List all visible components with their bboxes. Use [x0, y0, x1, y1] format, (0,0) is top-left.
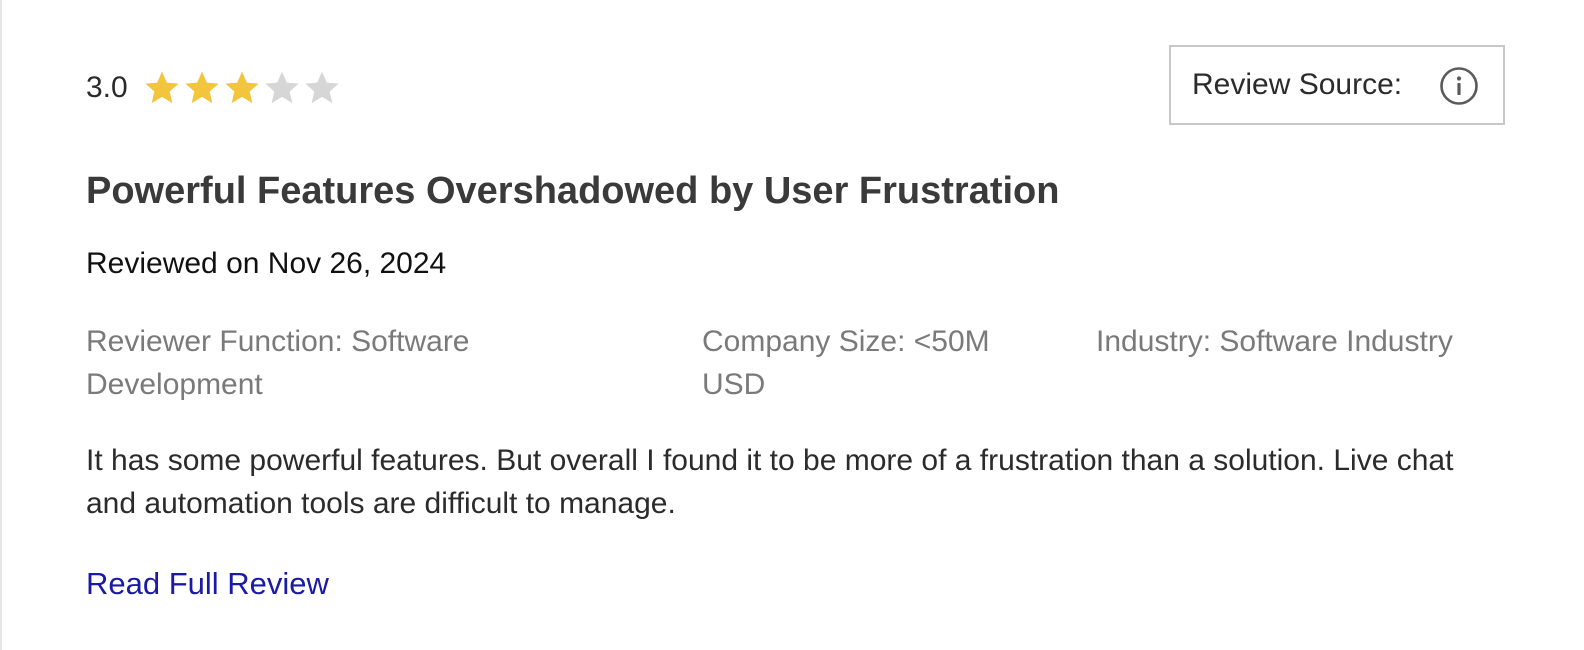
- industry: Industry: Software Industry: [1096, 325, 1453, 358]
- company-size: Company Size: <50M USD: [702, 325, 990, 401]
- star-icon: [265, 71, 299, 104]
- star-icon: [225, 71, 259, 104]
- star-rating: [142, 68, 342, 108]
- review-title: Powerful Features Overshadowed by User F…: [86, 170, 1060, 212]
- rating-score: 3.0: [86, 71, 128, 104]
- star-icon: [305, 71, 339, 104]
- review-source-box: Review Source:: [1169, 45, 1505, 125]
- star-icon: [145, 71, 179, 104]
- star-icon: [185, 71, 219, 104]
- review-card: 3.0 Review Source: Powerful Features Ove…: [0, 0, 1584, 650]
- read-full-review-link[interactable]: Read Full Review: [86, 563, 329, 605]
- reviewer-function: Reviewer Function: Software Development: [86, 325, 470, 401]
- review-summary: It has some powerful features. But overa…: [86, 444, 1454, 520]
- review-date: Reviewed on Nov 26, 2024: [86, 247, 447, 280]
- review-source-label: Review Source:: [1192, 68, 1403, 101]
- rating-row: 3.0: [86, 66, 342, 110]
- info-icon[interactable]: [1439, 66, 1479, 106]
